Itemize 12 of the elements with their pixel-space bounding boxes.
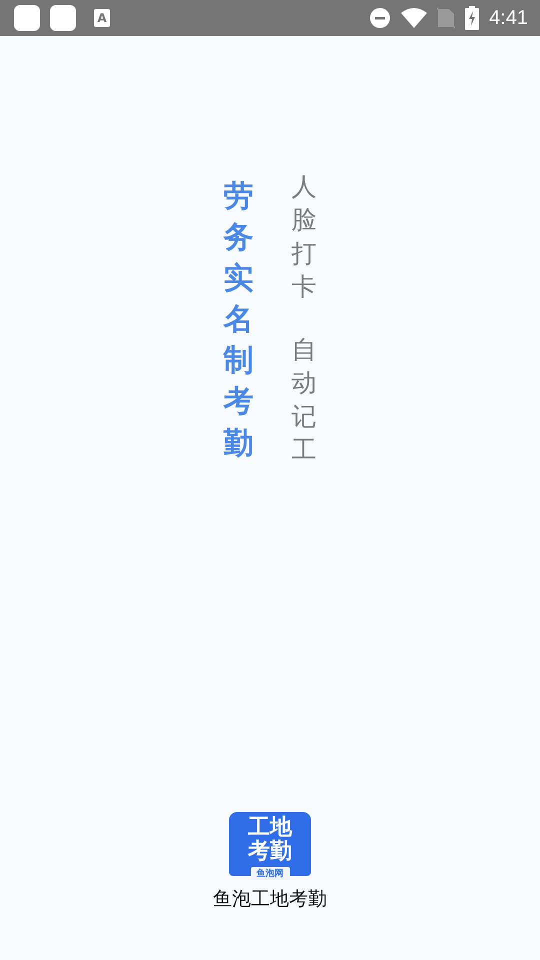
wifi-icon — [401, 8, 428, 28]
app-notification-icon — [14, 5, 40, 31]
slogan-title: 劳务实名制考勤 — [224, 178, 254, 463]
feature-text: 人脸打卡 — [292, 171, 316, 303]
do-not-disturb-icon — [369, 7, 392, 29]
notification-icon: A — [94, 9, 110, 27]
feature-text: 自动记工 — [292, 334, 316, 466]
clock-time: 4:41 — [489, 6, 528, 30]
no-sim-icon — [437, 7, 456, 29]
battery-charging-icon — [465, 6, 480, 30]
app-name: 鱼泡工地考勤 — [213, 887, 327, 912]
app-notification-icon — [50, 5, 76, 31]
